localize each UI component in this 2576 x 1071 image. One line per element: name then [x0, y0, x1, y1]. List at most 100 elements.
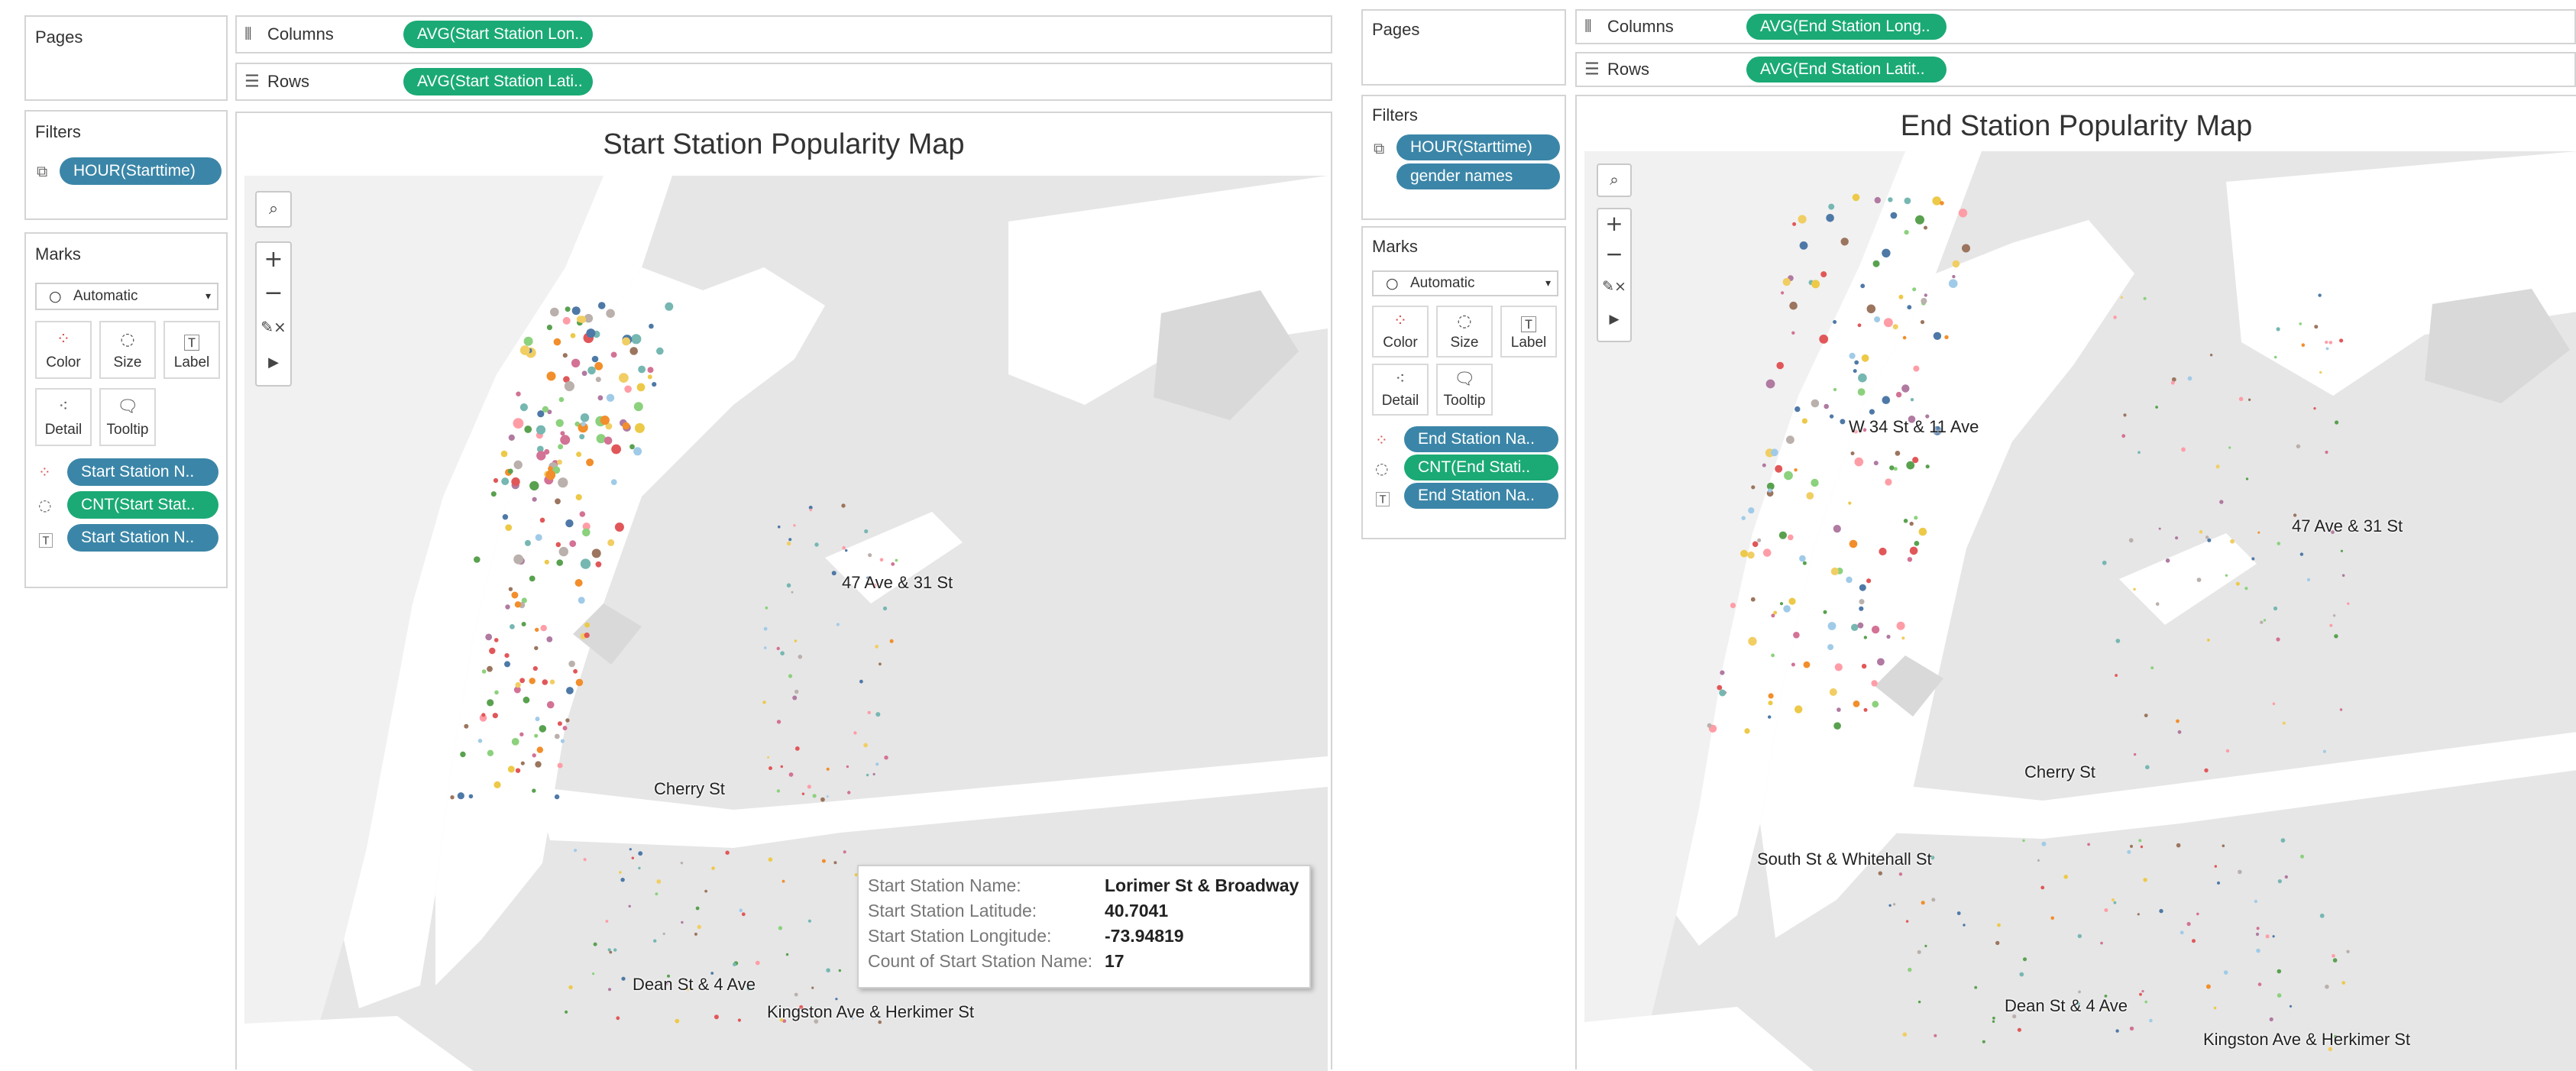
station-mark[interactable] — [1921, 901, 1925, 905]
station-mark[interactable] — [535, 627, 539, 633]
station-mark[interactable] — [2104, 908, 2108, 912]
station-mark[interactable] — [554, 794, 560, 800]
station-mark[interactable] — [562, 316, 571, 325]
station-mark[interactable] — [846, 765, 849, 768]
station-mark[interactable] — [534, 646, 539, 651]
station-mark[interactable] — [1791, 331, 1795, 335]
station-mark[interactable] — [889, 639, 894, 643]
station-mark[interactable] — [1859, 606, 1864, 611]
station-mark[interactable] — [474, 556, 481, 563]
station-mark[interactable] — [777, 525, 781, 529]
station-mark[interactable] — [875, 712, 881, 717]
station-mark[interactable] — [592, 972, 595, 976]
station-mark[interactable] — [1866, 304, 1876, 314]
station-mark[interactable] — [1834, 663, 1843, 671]
station-mark[interactable] — [2165, 558, 2170, 563]
station-mark[interactable] — [1720, 670, 1725, 675]
station-mark[interactable] — [579, 511, 586, 517]
station-mark[interactable] — [1878, 871, 1882, 875]
station-mark[interactable] — [579, 434, 585, 440]
station-mark[interactable] — [2319, 370, 2322, 374]
station-mark[interactable] — [2225, 574, 2228, 577]
station-mark[interactable] — [558, 546, 568, 557]
station-mark[interactable] — [863, 743, 868, 748]
station-mark[interactable] — [1889, 465, 1895, 471]
station-mark[interactable] — [1871, 680, 1878, 687]
station-mark[interactable] — [489, 647, 496, 655]
station-mark[interactable] — [1788, 597, 1796, 605]
station-mark[interactable] — [2077, 933, 2082, 939]
station-mark[interactable] — [571, 306, 581, 315]
station-mark[interactable] — [1918, 527, 1927, 536]
station-mark[interactable] — [565, 1010, 568, 1014]
station-mark[interactable] — [1861, 663, 1867, 669]
station-mark[interactable] — [487, 699, 494, 707]
station-mark[interactable] — [794, 992, 798, 997]
station-mark[interactable] — [464, 723, 469, 729]
station-mark[interactable] — [1828, 203, 1835, 210]
station-mark[interactable] — [884, 756, 888, 760]
station-mark[interactable] — [2115, 674, 2118, 677]
station-mark[interactable] — [1771, 653, 1775, 658]
station-mark[interactable] — [1801, 418, 1807, 424]
station-mark[interactable] — [546, 325, 552, 331]
station-mark[interactable] — [2158, 527, 2161, 530]
station-mark[interactable] — [562, 353, 568, 358]
station-mark[interactable] — [1905, 920, 1909, 923]
station-mark[interactable] — [769, 766, 772, 771]
station-mark[interactable] — [826, 968, 830, 972]
left-rows-pill[interactable]: AVG(Start Station Lati.. — [403, 68, 593, 95]
right-label-button[interactable]: 🅃 Label — [1500, 306, 1557, 358]
station-mark[interactable] — [1958, 209, 1968, 218]
station-mark[interactable] — [1913, 365, 1920, 372]
station-mark[interactable] — [546, 371, 556, 381]
station-mark[interactable] — [546, 636, 553, 642]
station-mark[interactable] — [1781, 291, 1785, 295]
station-mark[interactable] — [2318, 293, 2322, 297]
station-mark[interactable] — [2263, 619, 2267, 622]
station-mark[interactable] — [614, 523, 624, 532]
station-mark[interactable] — [2186, 921, 2191, 927]
right-filter-pill-gender[interactable]: gender names — [1396, 163, 1560, 189]
station-mark[interactable] — [558, 477, 568, 488]
station-mark[interactable] — [2346, 950, 2350, 953]
station-mark[interactable] — [2256, 948, 2260, 953]
station-mark[interactable] — [597, 302, 606, 309]
station-mark[interactable] — [557, 762, 563, 768]
left-size-field-pill[interactable]: CNT(Start Stat.. — [67, 491, 218, 519]
station-mark[interactable] — [2265, 934, 2270, 939]
station-mark[interactable] — [629, 347, 638, 355]
station-mark[interactable] — [594, 361, 604, 370]
station-mark[interactable] — [788, 674, 793, 678]
station-mark[interactable] — [1904, 197, 1911, 205]
station-mark[interactable] — [2087, 843, 2090, 846]
station-mark[interactable] — [1849, 539, 1858, 548]
station-mark[interactable] — [540, 625, 547, 632]
station-mark[interactable] — [833, 861, 837, 865]
station-mark[interactable] — [2121, 434, 2126, 438]
station-mark[interactable] — [487, 749, 494, 756]
station-mark[interactable] — [2177, 730, 2182, 734]
station-mark[interactable] — [1863, 707, 1868, 712]
station-mark[interactable] — [2204, 768, 2209, 773]
station-mark[interactable] — [511, 591, 519, 599]
station-mark[interactable] — [2219, 500, 2224, 504]
station-mark[interactable] — [569, 540, 577, 548]
station-mark[interactable] — [536, 746, 543, 753]
station-mark[interactable] — [565, 306, 571, 312]
right-color-field-pill[interactable]: End Station Na.. — [1404, 426, 1558, 452]
station-mark[interactable] — [587, 366, 596, 375]
station-mark[interactable] — [606, 393, 615, 402]
station-mark[interactable] — [1859, 599, 1865, 605]
station-mark[interactable] — [2225, 749, 2230, 753]
station-mark[interactable] — [2138, 839, 2142, 843]
station-mark[interactable] — [634, 422, 645, 433]
right-tooltip-button[interactable]: 🗨 Tooltip — [1436, 364, 1493, 416]
station-mark[interactable] — [1888, 197, 1893, 202]
station-mark[interactable] — [2199, 529, 2203, 534]
station-mark[interactable] — [573, 668, 578, 674]
right-size-button[interactable]: ◌ Size — [1436, 306, 1493, 358]
station-mark[interactable] — [695, 906, 700, 911]
station-mark[interactable] — [1751, 485, 1756, 490]
station-mark[interactable] — [1740, 549, 1748, 558]
